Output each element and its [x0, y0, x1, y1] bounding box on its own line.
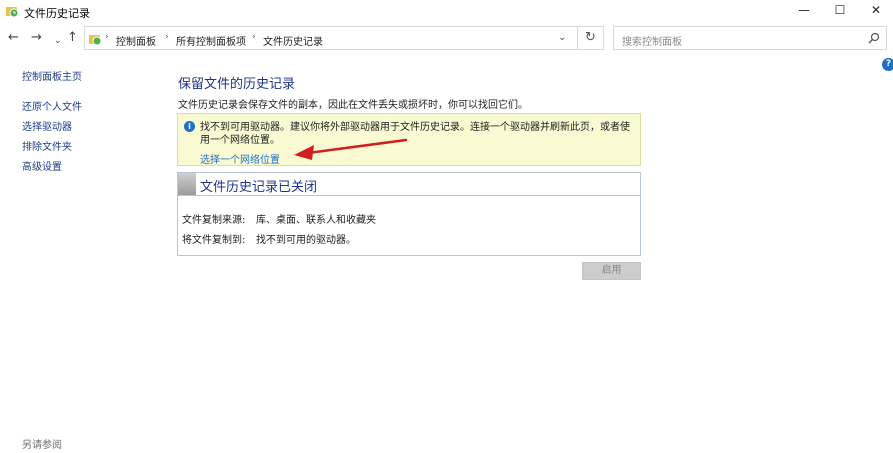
close-button[interactable]: ✕: [858, 0, 893, 22]
breadcrumb-separator: ›: [165, 32, 169, 42]
enable-button[interactable]: 启用: [582, 262, 641, 280]
up-arrow-icon[interactable]: ↑: [67, 31, 78, 45]
help-icon[interactable]: ?: [882, 58, 893, 71]
forward-arrow-icon[interactable]: →: [31, 31, 42, 45]
window-title: 文件历史记录: [24, 7, 90, 20]
sidebar-item-exclude-folders[interactable]: 排除文件夹: [22, 138, 72, 153]
no-drive-warning: i 找不到可用驱动器。建议你将外部驱动器用于文件历史记录。连接一个驱动器并刷新此…: [177, 113, 641, 166]
breadcrumb-separator: ›: [105, 32, 109, 42]
search-icon[interactable]: [867, 31, 881, 45]
back-arrow-icon[interactable]: ←: [8, 31, 19, 45]
navigation-bar: ← → ⌄ ↑ › 控制面板 › 所有控制面板项 › 文件历史记录 ⌄ ↻ 搜索…: [0, 26, 893, 52]
search-placeholder: 搜索控制面板: [622, 37, 682, 48]
minimize-button[interactable]: —: [786, 0, 822, 22]
breadcrumb-control-panel[interactable]: 控制面板: [116, 33, 156, 48]
search-input[interactable]: 搜索控制面板: [613, 26, 887, 50]
copy-to-value: 找不到可用的驱动器。: [256, 235, 356, 246]
page-description: 文件历史记录会保存文件的副本，因此在文件丢失或损坏时，你可以找回它们。: [178, 100, 528, 111]
sidebar-item-control-panel-home[interactable]: 控制面板主页: [22, 68, 82, 83]
breadcrumb-separator: ›: [252, 32, 256, 42]
status-header: 文件历史记录已关闭: [178, 173, 640, 196]
page-title: 保留文件的历史记录: [178, 77, 296, 92]
select-network-location-link[interactable]: 选择一个网络位置: [200, 151, 280, 166]
info-icon: i: [184, 121, 195, 132]
breadcrumb-all-items[interactable]: 所有控制面板项: [176, 33, 246, 48]
copy-from-label: 文件复制来源:: [182, 215, 246, 226]
status-title: 文件历史记录已关闭: [200, 180, 318, 195]
address-dropdown-icon[interactable]: ⌄: [558, 32, 566, 43]
recent-locations-chevron-icon[interactable]: ⌄: [54, 34, 62, 48]
see-also-label: 另请参阅: [22, 440, 62, 451]
title-bar: 文件历史记录 — ☐ ✕: [0, 0, 893, 24]
copy-from-value: 库、桌面、联系人和收藏夹: [256, 215, 376, 226]
copy-to-label: 将文件复制到:: [182, 235, 246, 246]
breadcrumb-file-history[interactable]: 文件历史记录: [263, 33, 323, 48]
maximize-button[interactable]: ☐: [822, 0, 858, 22]
status-indicator-bar: [178, 173, 196, 195]
warning-text: 找不到可用驱动器。建议你将外部驱动器用于文件历史记录。连接一个驱动器并刷新此页，…: [200, 122, 630, 146]
sidebar-item-advanced-settings[interactable]: 高级设置: [22, 158, 62, 173]
file-history-status-panel: 文件历史记录已关闭 文件复制来源: 库、桌面、联系人和收藏夹 将文件复制到: 找…: [177, 172, 641, 256]
sidebar-item-restore-files[interactable]: 还原个人文件: [22, 98, 82, 113]
control-panel-icon: [89, 35, 102, 46]
sidebar-item-select-drive[interactable]: 选择驱动器: [22, 118, 72, 133]
file-history-app-icon: [6, 7, 19, 18]
refresh-button[interactable]: ↻: [578, 26, 604, 50]
address-bar[interactable]: › 控制面板 › 所有控制面板项 › 文件历史记录 ⌄: [84, 26, 578, 50]
